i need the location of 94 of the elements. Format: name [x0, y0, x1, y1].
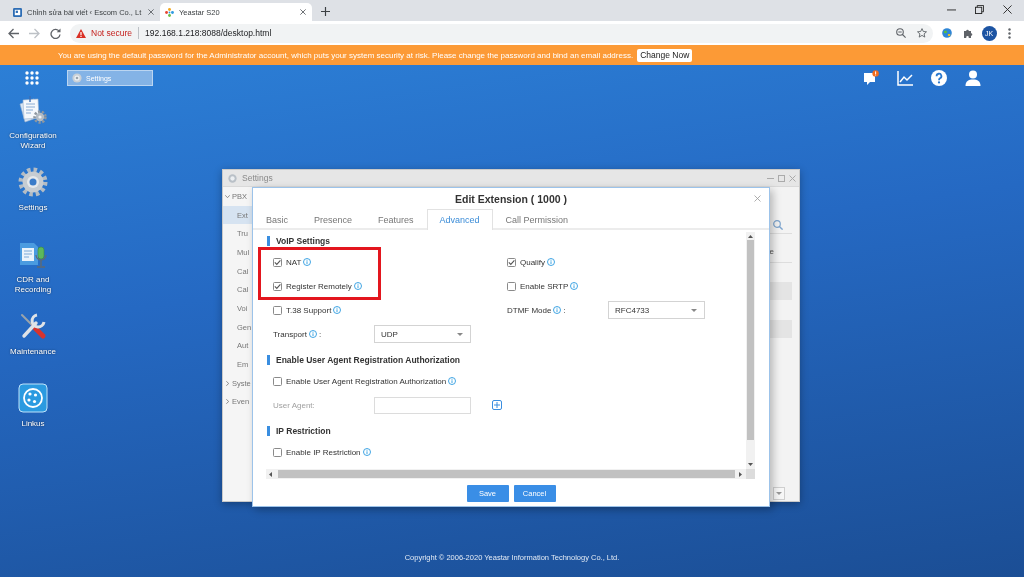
select-field[interactable]: UDP [374, 325, 471, 343]
caret-icon [457, 332, 463, 336]
close-icon[interactable] [1003, 5, 1012, 14]
tab[interactable]: Presence [301, 209, 366, 230]
checkbox-label: Qualify [520, 257, 545, 267]
reload-icon[interactable] [50, 27, 61, 39]
checkbox-label: NAT [286, 257, 302, 267]
zoom-out-icon[interactable] [896, 28, 906, 38]
input-field[interactable] [374, 396, 471, 414]
desktop-icon-label[interactable]: Settings [18, 203, 48, 213]
checkbox[interactable] [273, 447, 282, 457]
scrollbar-thumb[interactable] [747, 240, 754, 440]
ring-icon [228, 173, 237, 183]
checkbox-label: Enable SRTP [520, 281, 569, 291]
vertical-scrollbar[interactable] [746, 232, 755, 469]
checkbox-label: Enable IP Restriction [286, 447, 361, 457]
disc-icon [72, 73, 82, 83]
change-now-button[interactable]: Change Now [637, 48, 693, 62]
label-colon: : [563, 305, 566, 315]
desktop-icon-label[interactable]: Maintenance [10, 347, 56, 357]
scrollbar-thumb[interactable] [278, 470, 735, 478]
desktop-icon-label[interactable]: Linkus [21, 419, 45, 429]
info-icon[interactable] [362, 448, 371, 456]
dialog-title: Edit Extension ( 1000 ) [455, 192, 567, 205]
field-label: DTMF Mode [507, 305, 552, 315]
gear-icon[interactable] [18, 167, 48, 197]
plus-icon [494, 402, 500, 408]
label-colon: : [318, 329, 322, 339]
document-gear-icon[interactable] [18, 95, 48, 125]
info-icon[interactable] [570, 282, 579, 290]
app-tile-icon[interactable] [18, 383, 48, 413]
wrench-screwdriver-icon[interactable] [18, 311, 48, 341]
puzzle-icon[interactable] [963, 28, 973, 38]
arrow-right-icon[interactable] [739, 471, 742, 477]
dropdown-button[interactable] [773, 487, 785, 500]
page-icon [13, 7, 22, 17]
tab[interactable]: Features [365, 209, 427, 230]
section-heading: IP Restriction [267, 426, 331, 436]
checkbox[interactable] [273, 305, 282, 315]
checkbox-label: T.38 Support [286, 305, 332, 315]
warning-icon [76, 28, 86, 38]
arrow-up-icon[interactable] [748, 235, 753, 238]
help-icon[interactable] [931, 70, 947, 86]
section-heading: Enable User Agent Registration Authorization [267, 355, 461, 365]
checkbox[interactable] [507, 281, 516, 291]
select-field[interactable]: RFC4733 [608, 301, 705, 319]
info-icon[interactable] [303, 258, 312, 266]
tab[interactable]: Call Permission [492, 209, 582, 230]
user-icon[interactable] [965, 70, 981, 86]
pinwheel-icon [165, 7, 174, 17]
tab[interactable]: Advanced [426, 209, 493, 230]
more-icon[interactable] [1008, 27, 1011, 39]
info-icon[interactable] [353, 282, 362, 290]
caret-icon [691, 308, 697, 312]
checkbox-label: Register Remotely [286, 281, 352, 291]
close-icon[interactable] [300, 9, 306, 15]
horizontal-scrollbar[interactable] [266, 469, 746, 479]
caret-icon [776, 492, 782, 495]
scrollbar-corner [746, 469, 755, 479]
desktop-icon-label[interactable]: CDR and Recording [1, 275, 65, 295]
url-text: 192.168.1.218:8088/desktop.html [145, 28, 272, 38]
list-row [770, 282, 792, 300]
restore-icon[interactable] [975, 5, 984, 14]
info-icon[interactable] [546, 258, 555, 266]
star-icon[interactable] [917, 28, 927, 38]
info-icon[interactable] [333, 306, 342, 314]
checkbox[interactable] [273, 281, 282, 291]
arrow-left-icon[interactable] [269, 471, 272, 477]
info-icon[interactable] [553, 306, 562, 314]
checkbox[interactable] [507, 257, 516, 267]
info-icon[interactable] [448, 377, 457, 385]
field-label: Transport [273, 329, 307, 339]
tab[interactable]: Basic [253, 209, 301, 230]
chat-icon[interactable] [863, 70, 879, 86]
apps-grid-icon[interactable] [25, 71, 39, 85]
address-bar[interactable]: Not secure 192.168.1.218:8088/desktop.html [70, 23, 933, 43]
plus-icon[interactable] [321, 7, 330, 16]
line-chart-icon[interactable] [897, 70, 913, 86]
section-heading: VoIP Settings [267, 236, 330, 246]
security-label[interactable]: Not secure [91, 28, 133, 38]
info-icon[interactable] [308, 330, 317, 338]
field-label: User Agent: [273, 400, 315, 410]
arrow-down-icon[interactable] [748, 463, 753, 466]
globe-icon[interactable] [942, 28, 952, 38]
window-title: Settings [242, 173, 273, 183]
column-header: e [769, 247, 774, 257]
banner-message: You are using the default password for the Administrator account, which puts your system security at risk. Please change the password and bind an email address. [58, 50, 634, 60]
search-icon[interactable] [773, 220, 783, 230]
checkbox[interactable] [273, 257, 282, 267]
list-row [770, 320, 792, 338]
desktop-icon-label[interactable]: Configuration Wizard [1, 131, 65, 151]
checkbox[interactable] [273, 376, 282, 386]
back-arrow-icon[interactable] [8, 27, 19, 39]
checkbox-label: Enable User Agent Registration Authorization [286, 376, 447, 386]
